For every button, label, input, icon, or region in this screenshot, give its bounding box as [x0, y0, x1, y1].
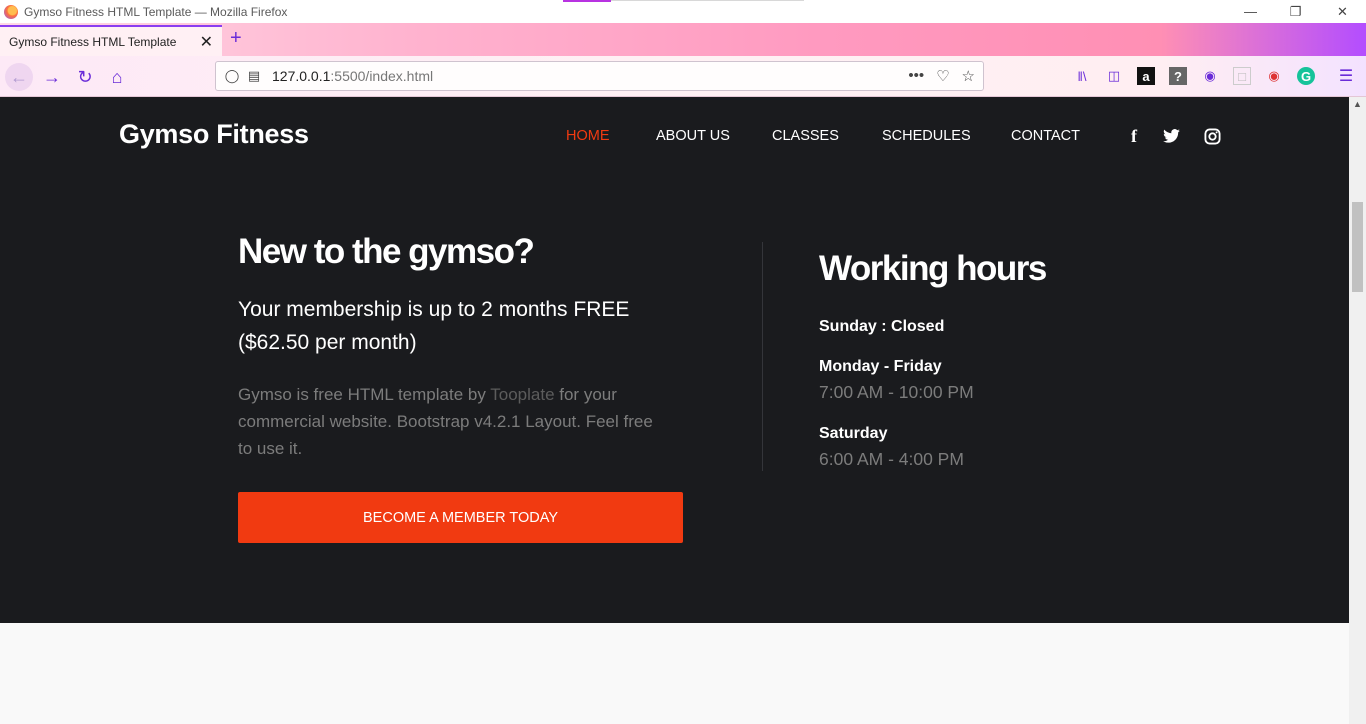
extension-icon[interactable]: □: [1233, 67, 1251, 85]
sidebar-icon[interactable]: ◫: [1105, 67, 1123, 85]
weekday-label: Monday - Friday: [819, 358, 942, 375]
pocket-extension-icon[interactable]: ◉: [1265, 67, 1283, 85]
minimize-button[interactable]: —: [1228, 0, 1273, 23]
reload-button[interactable]: ↻: [71, 63, 99, 91]
web-page: Gymso Fitness HOME ABOUT US CLASSES SCHE…: [0, 97, 1349, 724]
window-titlebar: Gymso Fitness HTML Template — Mozilla Fi…: [0, 0, 1366, 23]
close-window-button[interactable]: ✕: [1320, 0, 1365, 23]
shield-icon[interactable]: ◯: [222, 68, 242, 84]
window-title: Gymso Fitness HTML Template — Mozilla Fi…: [24, 4, 288, 19]
hero-section: Gymso Fitness HOME ABOUT US CLASSES SCHE…: [0, 97, 1349, 623]
url-host: 127.0.0.1: [272, 68, 331, 84]
new-tab-button[interactable]: +: [230, 27, 242, 50]
column-divider: [762, 242, 763, 471]
saturday-label: Saturday: [819, 425, 888, 442]
scroll-up-arrow-icon[interactable]: ▲: [1353, 99, 1362, 109]
nav-contact[interactable]: CONTACT: [1011, 128, 1080, 144]
home-button[interactable]: ⌂: [103, 63, 131, 91]
url-bar[interactable]: ◯ ▤ 127.0.0.1:5500/index.html ••• ♡ ☆: [215, 61, 984, 91]
site-brand[interactable]: Gymso Fitness: [119, 119, 309, 150]
browser-tab[interactable]: Gymso Fitness HTML Template ✕: [0, 25, 222, 56]
bookmark-star-icon[interactable]: ☆: [962, 67, 975, 85]
hero-lead: Your membership is up to 2 months FREE (…: [238, 298, 630, 354]
nav-classes[interactable]: CLASSES: [772, 128, 839, 144]
page-scrollbar[interactable]: ▲: [1349, 97, 1366, 724]
tab-title: Gymso Fitness HTML Template: [9, 34, 177, 49]
nav-home[interactable]: HOME: [566, 128, 610, 144]
url-path: :5500/index.html: [330, 68, 434, 84]
account-icon[interactable]: ◉: [1201, 67, 1219, 85]
url-text[interactable]: 127.0.0.1:5500/index.html: [272, 68, 433, 84]
hero-title: New to the gymso?: [238, 232, 535, 271]
saturday-hours: 6:00 AM - 4:00 PM: [819, 449, 964, 469]
menu-hamburger-icon[interactable]: ☰: [1337, 67, 1355, 85]
desc-text-start: Gymso is free HTML template by: [238, 385, 491, 404]
library-icon[interactable]: ‖\: [1073, 67, 1091, 85]
pocket-icon[interactable]: ♡: [936, 67, 949, 85]
titlebar-accent-line: [611, 0, 804, 1]
tab-close-icon[interactable]: ✕: [200, 32, 213, 52]
twitter-icon[interactable]: [1160, 125, 1182, 147]
become-member-button[interactable]: BECOME A MEMBER TODAY: [238, 492, 683, 543]
nav-schedules[interactable]: SCHEDULES: [882, 128, 971, 144]
page-info-icon[interactable]: ▤: [244, 68, 264, 84]
sunday-label: Sunday : Closed: [819, 318, 945, 335]
instagram-icon[interactable]: [1201, 125, 1223, 147]
facebook-icon[interactable]: f: [1123, 125, 1145, 147]
hero-description: Gymso is free HTML template by Tooplate …: [238, 381, 668, 462]
scrollbar-thumb[interactable]: [1352, 202, 1363, 292]
firefox-logo-icon: [4, 4, 18, 19]
forward-button[interactable]: →: [38, 63, 66, 91]
working-hours-title: Working hours: [819, 249, 1047, 288]
titlebar-accent: [563, 0, 611, 2]
grammarly-icon[interactable]: G: [1297, 67, 1315, 85]
navigation-toolbar: ← → ↻ ⌂ ◯ ▤ 127.0.0.1:5500/index.html ••…: [0, 56, 1366, 97]
restore-button[interactable]: ❐: [1273, 0, 1318, 23]
tab-bar: Gymso Fitness HTML Template ✕ +: [0, 23, 1366, 56]
back-button[interactable]: ←: [5, 63, 33, 91]
tooplate-link[interactable]: Tooplate: [490, 385, 554, 404]
weekday-hours: 7:00 AM - 10:00 PM: [819, 382, 974, 402]
nav-about-us[interactable]: ABOUT US: [656, 128, 730, 144]
help-extension-icon[interactable]: ?: [1169, 67, 1187, 85]
page-actions-icon[interactable]: •••: [908, 67, 924, 85]
amazon-extension-icon[interactable]: a: [1137, 67, 1155, 85]
